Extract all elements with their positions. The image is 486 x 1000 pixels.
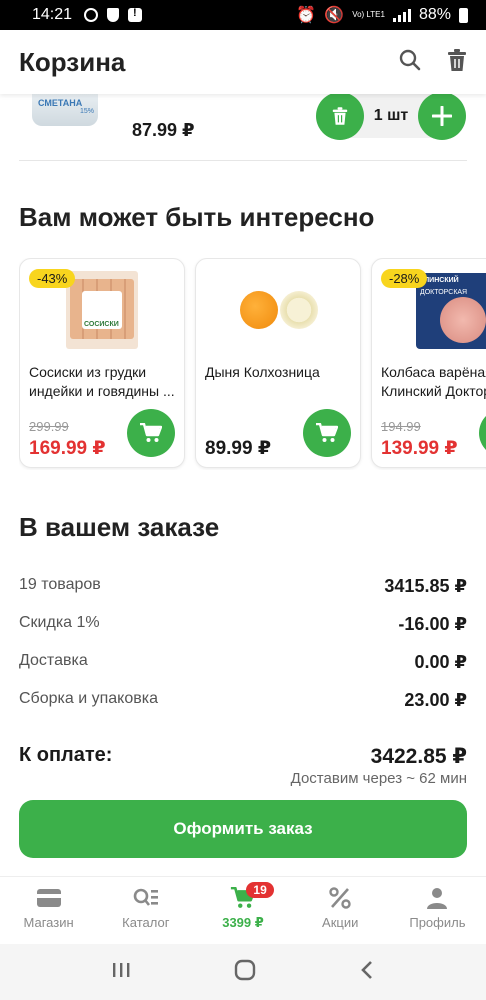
summary-row-discount: Скидка 1% -16.00 ₽ (19, 614, 467, 635)
trash-icon (332, 107, 348, 125)
nav-item-cart[interactable]: 19 3399 ₽ (194, 877, 291, 944)
profile-icon (427, 888, 448, 909)
quantity-stepper: 1 шт (316, 92, 466, 140)
nav-item-shop[interactable]: Магазин (0, 877, 97, 944)
nav-label: Каталог (122, 915, 170, 930)
total-label: К оплате: (19, 744, 113, 766)
cart-count-badge: 19 (246, 882, 274, 898)
battery-percent: 88% (418, 6, 451, 23)
product-image: СМЕТАНА 15% (32, 94, 98, 126)
summary-value: 0.00 ₽ (414, 652, 467, 672)
checkout-button[interactable]: Оформить заказ (19, 800, 467, 858)
trash-icon[interactable] (447, 48, 467, 76)
lte-icon: Vo) LTE1 (352, 10, 385, 19)
discount-badge: -43% (29, 269, 76, 288)
status-right-icons: ⏰ 🔇 Vo) LTE1 88% (296, 5, 468, 25)
product-price: 139.99 ₽ (381, 438, 458, 459)
divider (19, 160, 467, 161)
old-price: 194.99 (381, 419, 421, 434)
product-image: СОСИСКИ (66, 271, 138, 349)
add-to-cart-button[interactable] (127, 409, 175, 457)
increase-quantity-button[interactable] (417, 92, 466, 140)
nav-item-profile[interactable]: Профиль (389, 877, 486, 944)
summary-row-packing: Сборка и упаковка 23.00 ₽ (19, 690, 467, 711)
summary-value: -16.00 ₽ (398, 614, 467, 634)
mute-icon: 🔇 (324, 7, 345, 24)
add-to-cart-button[interactable] (303, 409, 351, 457)
summary-row-items: 19 товаров 3415.85 ₽ (19, 576, 467, 597)
header-actions (399, 48, 467, 76)
nav-label: Профиль (409, 915, 466, 930)
summary-row-delivery: Доставка 0.00 ₽ (19, 652, 467, 673)
back-icon[interactable] (359, 960, 375, 985)
remove-item-button[interactable] (316, 92, 364, 140)
system-navigation-bar (0, 944, 486, 1000)
delivery-eta: Доставим через ~ 62 мин (290, 770, 467, 787)
order-summary-title: В вашем заказе (19, 512, 220, 542)
recommendations-carousel[interactable]: СОСИСКИ -43% Сосиски из грудки индейки и… (19, 258, 486, 470)
status-time: 14:21 (32, 6, 73, 23)
recent-apps-icon[interactable] (111, 961, 131, 984)
home-icon[interactable] (234, 959, 256, 986)
nav-label: 3399 ₽ (222, 915, 264, 930)
battery-icon (459, 7, 468, 23)
page-title: Корзина (19, 46, 126, 77)
product-name: Сосиски из грудки индейки и говядины ... (29, 364, 175, 399)
product-image (240, 289, 320, 331)
summary-label: Скидка 1% (19, 614, 100, 631)
wallet-icon (36, 889, 61, 907)
add-to-cart-button[interactable] (479, 409, 486, 457)
plus-icon (431, 106, 452, 126)
shield-status-icon (107, 8, 120, 22)
total-value: 3422.85 ₽ (370, 745, 467, 768)
cart-item-price: 87.99 ₽ (132, 120, 195, 140)
status-left-icons (84, 7, 143, 22)
product-name: Колбаса варёная Клинский Доктор... (381, 364, 486, 399)
percent-icon (329, 887, 351, 909)
summary-label: Сборка и упаковка (19, 690, 158, 707)
total-row: К оплате: 3422.85 ₽ (19, 744, 467, 769)
summary-label: Доставка (19, 652, 88, 669)
cart-item: СМЕТАНА 15% 87.99 ₽ 1 шт (0, 92, 486, 162)
quantity-value: 1 шт (373, 107, 409, 124)
old-price: 299.99 (29, 419, 69, 434)
status-bar: 14:21 ⏰ 🔇 Vo) LTE1 88% (0, 0, 486, 30)
product-card[interactable]: КЛИНСКИЙ ДОКТОРСКАЯ -28% Колбаса варёная… (371, 258, 486, 468)
signal-icon (392, 8, 411, 22)
search-icon[interactable] (399, 49, 421, 76)
cart-icon (140, 423, 162, 442)
nav-label: Акции (322, 915, 359, 930)
catalog-icon (133, 888, 158, 906)
nav-label: Магазин (23, 915, 74, 930)
product-price: 169.99 ₽ (29, 438, 106, 459)
summary-value: 3415.85 ₽ (384, 576, 467, 596)
app-header: Корзина (0, 30, 486, 94)
nav-item-promotions[interactable]: Акции (292, 877, 389, 944)
product-image: КЛИНСКИЙ ДОКТОРСКАЯ (416, 273, 486, 349)
summary-label: 19 товаров (19, 576, 101, 593)
recommendations-title: Вам может быть интересно (19, 202, 375, 232)
alert-status-icon (128, 7, 143, 22)
cart-icon (316, 423, 338, 442)
settings-status-icon (84, 8, 99, 22)
nav-item-catalog[interactable]: Каталог (97, 877, 194, 944)
product-card[interactable]: Дыня Колхозница 89.99 ₽ (195, 258, 361, 468)
discount-badge: -28% (381, 269, 428, 288)
summary-value: 23.00 ₽ (404, 690, 467, 710)
product-price: 89.99 ₽ (205, 438, 272, 459)
product-name: Дыня Колхозница (205, 364, 320, 380)
product-card[interactable]: СОСИСКИ -43% Сосиски из грудки индейки и… (19, 258, 185, 468)
alarm-icon: ⏰ (296, 7, 317, 24)
bottom-navigation: Магазин Каталог 19 3399 ₽ Акции Профиль (0, 876, 486, 944)
